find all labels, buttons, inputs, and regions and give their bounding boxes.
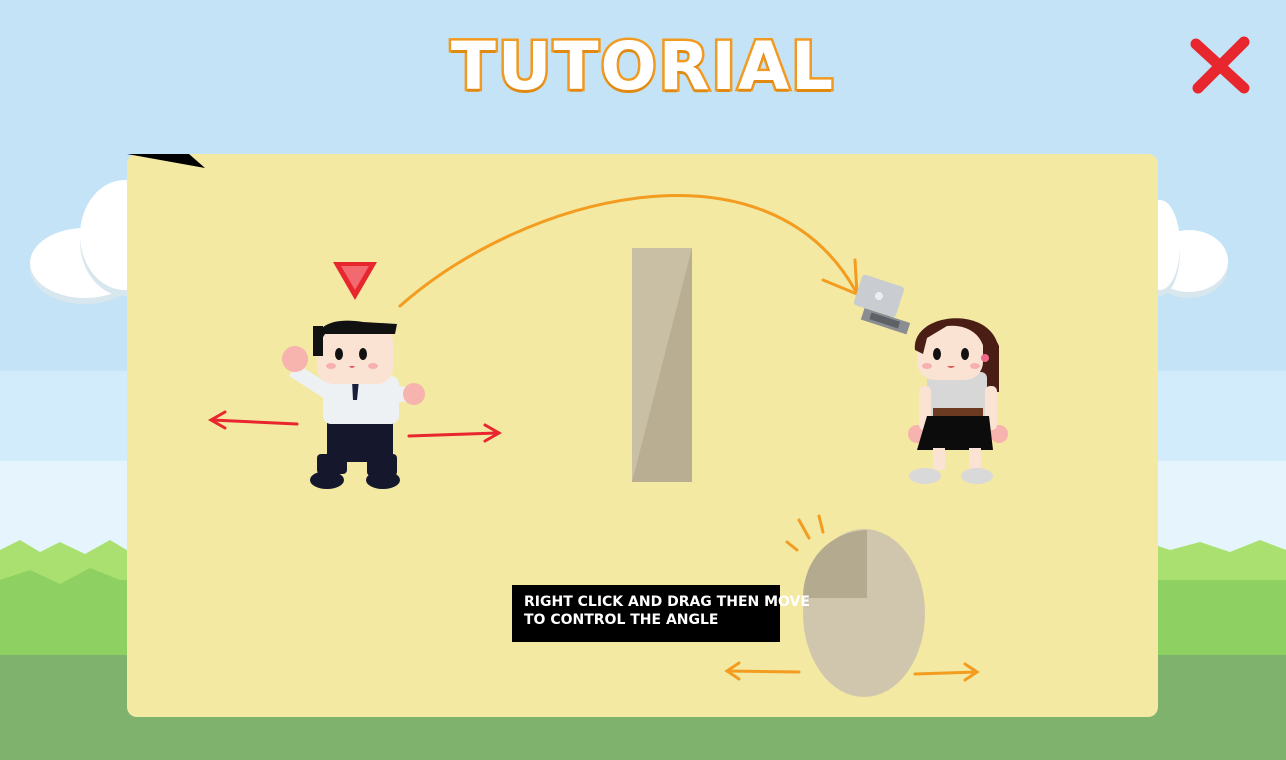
instruction-line-2: TO CONTROL THE ANGLE	[524, 612, 719, 628]
wall-obstacle	[632, 248, 692, 482]
tooltip-tail	[127, 154, 205, 168]
boy-character-icon	[282, 320, 425, 489]
page-title: TUTORIAL	[448, 26, 836, 108]
triangle-marker-icon	[333, 262, 377, 300]
mouse-left-arrow	[724, 661, 801, 681]
girl-character-icon	[908, 318, 1008, 484]
tutorial-panel: RIGHT CLICK AND DRAG THEN MOVE TO CONTRO…	[127, 154, 1158, 717]
trajectory-arrow	[398, 194, 859, 308]
move-left-arrow	[207, 410, 299, 430]
move-right-arrow	[407, 423, 503, 443]
mouse-right-arrow	[913, 662, 980, 682]
close-button[interactable]	[1190, 36, 1252, 96]
close-x-icon	[1190, 36, 1250, 94]
instruction-tooltip: RIGHT CLICK AND DRAG THEN MOVE TO CONTRO…	[512, 585, 810, 642]
laptop-icon	[853, 274, 911, 335]
instruction-line-1: RIGHT CLICK AND DRAG THEN MOVE	[524, 594, 810, 610]
